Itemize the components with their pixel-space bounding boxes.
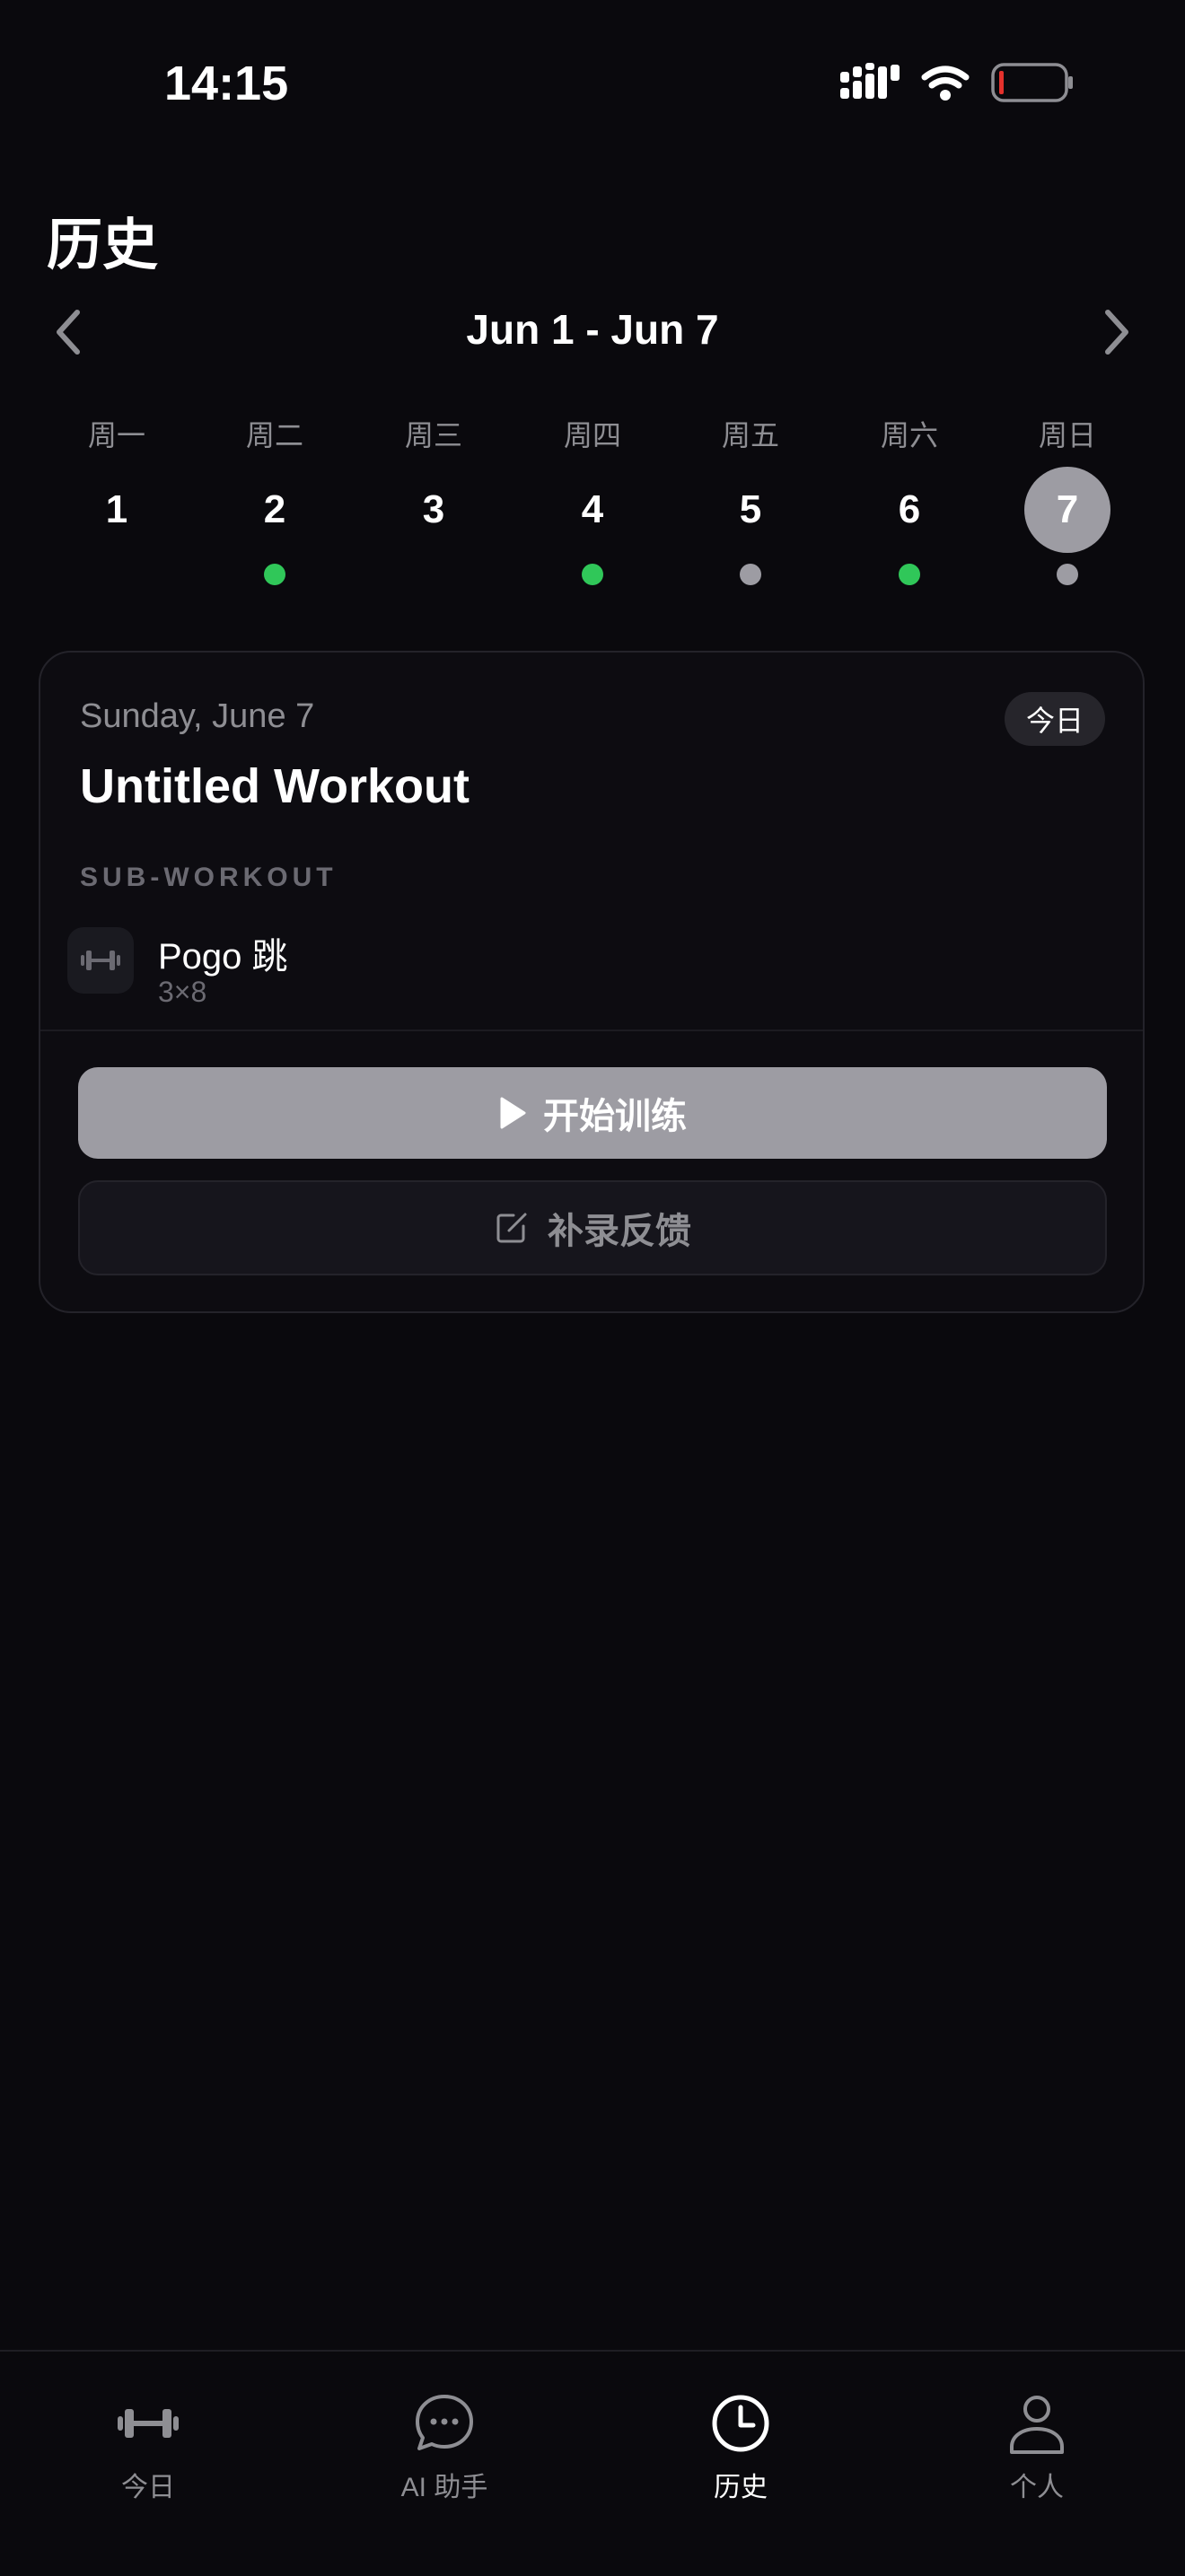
- workout-status-dot: [899, 564, 920, 585]
- start-workout-label: 开始训练: [543, 1097, 687, 1136]
- day-wednesday[interactable]: 周三 3: [371, 415, 496, 594]
- previous-week-button[interactable]: [36, 300, 101, 364]
- day-number: 3: [422, 487, 445, 531]
- page-title: 历史: [47, 215, 159, 276]
- day-sunday[interactable]: 周日 7: [1005, 415, 1130, 594]
- wifi-icon: [921, 66, 970, 89]
- tab-today[interactable]: 今日: [0, 2373, 296, 2508]
- day-label: 周五: [721, 419, 779, 451]
- day-number: 5: [739, 487, 762, 531]
- tab-label: 今日: [121, 2473, 175, 2502]
- day-saturday[interactable]: 周六 6: [847, 415, 972, 594]
- tab-ai-assistant[interactable]: AI 助手: [296, 2373, 592, 2508]
- dumbbell-icon: [67, 927, 134, 994]
- day-tuesday[interactable]: 周二 2: [212, 415, 338, 594]
- today-badge: 今日: [1004, 692, 1105, 746]
- start-workout-button[interactable]: 开始训练: [78, 1067, 1107, 1159]
- play-icon: [500, 1097, 526, 1129]
- tab-profile[interactable]: 个人: [889, 2373, 1185, 2508]
- cellular-signal-icon: [840, 63, 1073, 102]
- week-range-label: Jun 1 - Jun 7: [466, 306, 719, 353]
- workout-date: Sunday, June 7: [80, 697, 315, 735]
- selected-day-highlight: 7: [1024, 467, 1110, 553]
- day-label: 周一: [87, 419, 145, 451]
- day-friday[interactable]: 周五 5: [688, 415, 813, 594]
- sub-workout-label: SUB-WORKOUT: [80, 863, 338, 892]
- workout-status-dot: [1057, 564, 1078, 585]
- dumbbell-icon: [118, 2409, 179, 2438]
- day-number: 4: [581, 487, 604, 531]
- day-label: 周六: [880, 419, 938, 451]
- tab-label: AI 助手: [400, 2473, 488, 2502]
- log-feedback-label: 补录反馈: [548, 1212, 691, 1251]
- tab-label: 历史: [714, 2473, 768, 2502]
- day-thursday[interactable]: 周四 4: [530, 415, 655, 594]
- workout-title[interactable]: Untitled Workout: [80, 758, 470, 814]
- exercise-name: Pogo 跳: [158, 937, 288, 977]
- day-number: 1: [105, 487, 128, 531]
- status-time: 14:15: [164, 57, 289, 110]
- workout-status-dot: [582, 564, 603, 585]
- chevron-left-icon: [57, 310, 80, 355]
- next-week-button[interactable]: [1084, 300, 1149, 364]
- day-label: 周二: [245, 419, 303, 451]
- clock-icon: [712, 2395, 769, 2452]
- day-label: 周日: [1038, 419, 1096, 451]
- status-icons: [835, 59, 1077, 113]
- day-number: 7: [1056, 487, 1079, 531]
- tab-label: 个人: [1010, 2473, 1064, 2502]
- day-monday[interactable]: 周一 1: [54, 415, 180, 594]
- day-label: 周三: [404, 419, 462, 451]
- workout-card: Sunday, June 7 今日 Untitled Workout SUB-W…: [39, 651, 1145, 1313]
- tab-history[interactable]: 历史: [592, 2373, 889, 2508]
- workout-status-dot: [740, 564, 761, 585]
- exercise-row[interactable]: Pogo 跳 3×8: [40, 920, 1143, 1031]
- chevron-right-icon: [1105, 310, 1128, 355]
- chat-bubble-icon: [416, 2395, 473, 2450]
- tab-bar: 今日 AI 助手 历史 个人: [0, 2350, 1185, 2576]
- person-icon: [1010, 2396, 1064, 2454]
- day-number: 6: [898, 487, 921, 531]
- battery-icon: [991, 63, 1073, 102]
- workout-status-dot: [264, 564, 285, 585]
- edit-icon: [496, 1213, 527, 1243]
- day-number: 2: [263, 487, 286, 531]
- log-feedback-button[interactable]: 补录反馈: [78, 1180, 1107, 1275]
- exercise-sets-reps: 3×8: [158, 976, 207, 1008]
- day-label: 周四: [563, 419, 621, 451]
